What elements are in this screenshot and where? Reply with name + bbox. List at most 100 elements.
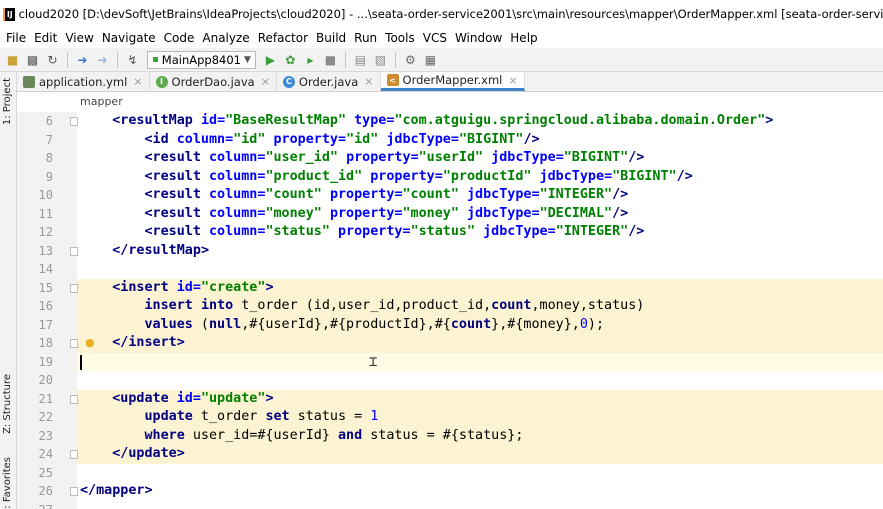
sdk-icon[interactable]: ▦ [422, 51, 439, 68]
code-line[interactable]: 27 [17, 500, 883, 509]
code-text: <resultMap id="BaseResultMap" type="com.… [112, 113, 774, 128]
save-icon[interactable]: ▩ [24, 51, 41, 68]
breadcrumb-item-mapper[interactable]: mapper [80, 95, 123, 108]
line-number: 9 [45, 169, 53, 184]
code-text: update t_order set status = 1 [144, 409, 379, 424]
back-icon[interactable]: ➜ [74, 51, 91, 68]
forward-icon[interactable]: ➜ [94, 51, 111, 68]
editor-tab-bar: application.yml × I OrderDao.java × C Or… [17, 72, 883, 92]
line-number: 26 [38, 484, 53, 498]
run-icon[interactable]: ▶ [262, 51, 279, 68]
menu-build[interactable]: Build [312, 31, 350, 45]
tab-order-java[interactable]: C Order.java × [277, 72, 381, 91]
code-line[interactable]: 20 [17, 371, 883, 390]
line-number: 18 [38, 336, 53, 350]
close-icon[interactable]: × [133, 75, 142, 88]
text-caret [80, 354, 82, 370]
breadcrumb[interactable]: mapper [17, 92, 883, 112]
menu-refactor[interactable]: Refactor [254, 31, 312, 45]
coverage-icon[interactable]: ▸ [302, 51, 319, 68]
line-number: 27 [17, 501, 53, 509]
close-icon[interactable]: × [261, 75, 270, 88]
menu-view[interactable]: View [61, 31, 97, 45]
tab-ordermapper-xml[interactable]: < OrderMapper.xml × [380, 72, 525, 91]
menu-file[interactable]: File [2, 31, 30, 45]
line-number: 16 [38, 299, 53, 313]
code-line[interactable]: 11 <result column="money" property="mone… [17, 204, 883, 223]
line-number: 23 [38, 428, 53, 443]
code-line[interactable]: 14 [17, 260, 883, 279]
code-text: insert into t_order (id,user_id,product_… [144, 298, 645, 313]
code-line[interactable]: 21 <update id="update"> [17, 389, 883, 408]
tab-label: Order.java [298, 74, 359, 89]
menu-code[interactable]: Code [160, 31, 199, 45]
fold-marker-icon[interactable] [70, 450, 78, 459]
main-toolbar: ■ ▩ ↻ ➜ ➜ ↯ ▪ MainApp8401 ▼ ▶ ✿ ▸ ■ ▤ ▧ … [0, 48, 883, 72]
fold-marker-icon[interactable] [70, 117, 78, 126]
code-line[interactable]: 15 <insert id="create"> [17, 278, 883, 297]
menu-run[interactable]: Run [350, 31, 381, 45]
fold-marker-icon[interactable] [70, 339, 78, 348]
code-text: </resultMap> [112, 242, 209, 258]
code-line[interactable]: 7 <id column="id" property="id" jdbcType… [17, 130, 883, 149]
structure-icon[interactable]: ▧ [372, 51, 389, 68]
left-tool-strip: 1: Project Z: Structure 2: Favorites [0, 72, 17, 509]
toolbar-separator [67, 51, 68, 68]
line-number: 13 [38, 243, 53, 258]
code-line[interactable]: 9 <result column="product_id" property="… [17, 167, 883, 186]
fold-marker-icon[interactable] [70, 394, 78, 404]
open-icon[interactable]: ■ [4, 51, 21, 68]
build-project-icon[interactable]: ↯ [124, 51, 141, 68]
settings-icon[interactable]: ⚙ [402, 51, 419, 68]
code-line[interactable]: 26 </mapper> [17, 482, 883, 501]
line-number: 24 [38, 447, 53, 461]
title-bar: IJ cloud2020 [D:\devSoft\JetBrains\IdeaP… [0, 0, 883, 28]
class-icon: C [282, 75, 295, 88]
code-line[interactable]: 19 ⌶ [17, 352, 883, 371]
fold-marker-icon[interactable] [70, 283, 78, 293]
line-number: 11 [38, 206, 53, 221]
line-number: 10 [38, 188, 53, 202]
code-line[interactable]: 22 update t_order set status = 1 [17, 408, 883, 427]
code-line[interactable]: 6 <resultMap id="BaseResultMap" type="co… [17, 112, 883, 131]
code-line[interactable]: 24 </update> [17, 445, 883, 464]
fold-marker-icon[interactable] [70, 487, 78, 496]
code-line[interactable]: 18 ● </insert> [17, 334, 883, 353]
line-number: 8 [45, 151, 53, 165]
code-text: where user_id=#{userId} and status = #{s… [144, 427, 524, 443]
code-line[interactable]: 23 where user_id=#{userId} and status = … [17, 426, 883, 445]
code-line[interactable]: 8 <result column="user_id" property="use… [17, 149, 883, 168]
debug-icon[interactable]: ✿ [282, 51, 299, 68]
favorites-tool-window-button[interactable]: 2: Favorites [2, 457, 13, 509]
menu-analyze[interactable]: Analyze [198, 31, 253, 45]
code-line[interactable]: 25 [17, 463, 883, 482]
project-tool-window-button[interactable]: 1: Project [2, 78, 13, 125]
menu-tools[interactable]: Tools [381, 31, 419, 45]
tab-application-yml[interactable]: application.yml × [17, 72, 150, 91]
stop-icon[interactable]: ■ [322, 51, 339, 68]
code-line[interactable]: 13 </resultMap> [17, 241, 883, 260]
run-configuration-select[interactable]: ▪ MainApp8401 ▼ [147, 50, 256, 69]
code-line[interactable]: 17 values (null,#{userId},#{productId},#… [17, 315, 883, 334]
sync-icon[interactable]: ↻ [44, 51, 61, 68]
code-line[interactable]: 12 <result column="status" property="sta… [17, 223, 883, 242]
close-icon[interactable]: × [508, 74, 517, 87]
menu-window[interactable]: Window [451, 31, 506, 45]
yml-file-icon [23, 75, 35, 88]
close-icon[interactable]: × [364, 75, 373, 88]
structure-tool-window-button[interactable]: Z: Structure [2, 374, 13, 434]
menu-edit[interactable]: Edit [30, 31, 61, 45]
fold-marker-icon[interactable] [70, 246, 78, 256]
menu-navigate[interactable]: Navigate [98, 31, 160, 45]
code-line[interactable]: 10 <result column="count" property="coun… [17, 186, 883, 205]
line-number: 14 [38, 262, 53, 276]
project-structure-icon[interactable]: ▤ [352, 51, 369, 68]
code-line[interactable]: 16 insert into t_order (id,user_id,produ… [17, 297, 883, 316]
chevron-down-icon: ▼ [243, 54, 251, 65]
code-editor[interactable]: 6 <resultMap id="BaseResultMap" type="co… [17, 112, 883, 509]
menu-help[interactable]: Help [506, 31, 541, 45]
tab-orderdao-java[interactable]: I OrderDao.java × [150, 72, 277, 91]
code-text: <result column="product_id" property="pr… [144, 168, 693, 184]
window-title: cloud2020 [D:\devSoft\JetBrains\IdeaProj… [18, 7, 883, 21]
menu-vcs[interactable]: VCS [419, 31, 451, 45]
